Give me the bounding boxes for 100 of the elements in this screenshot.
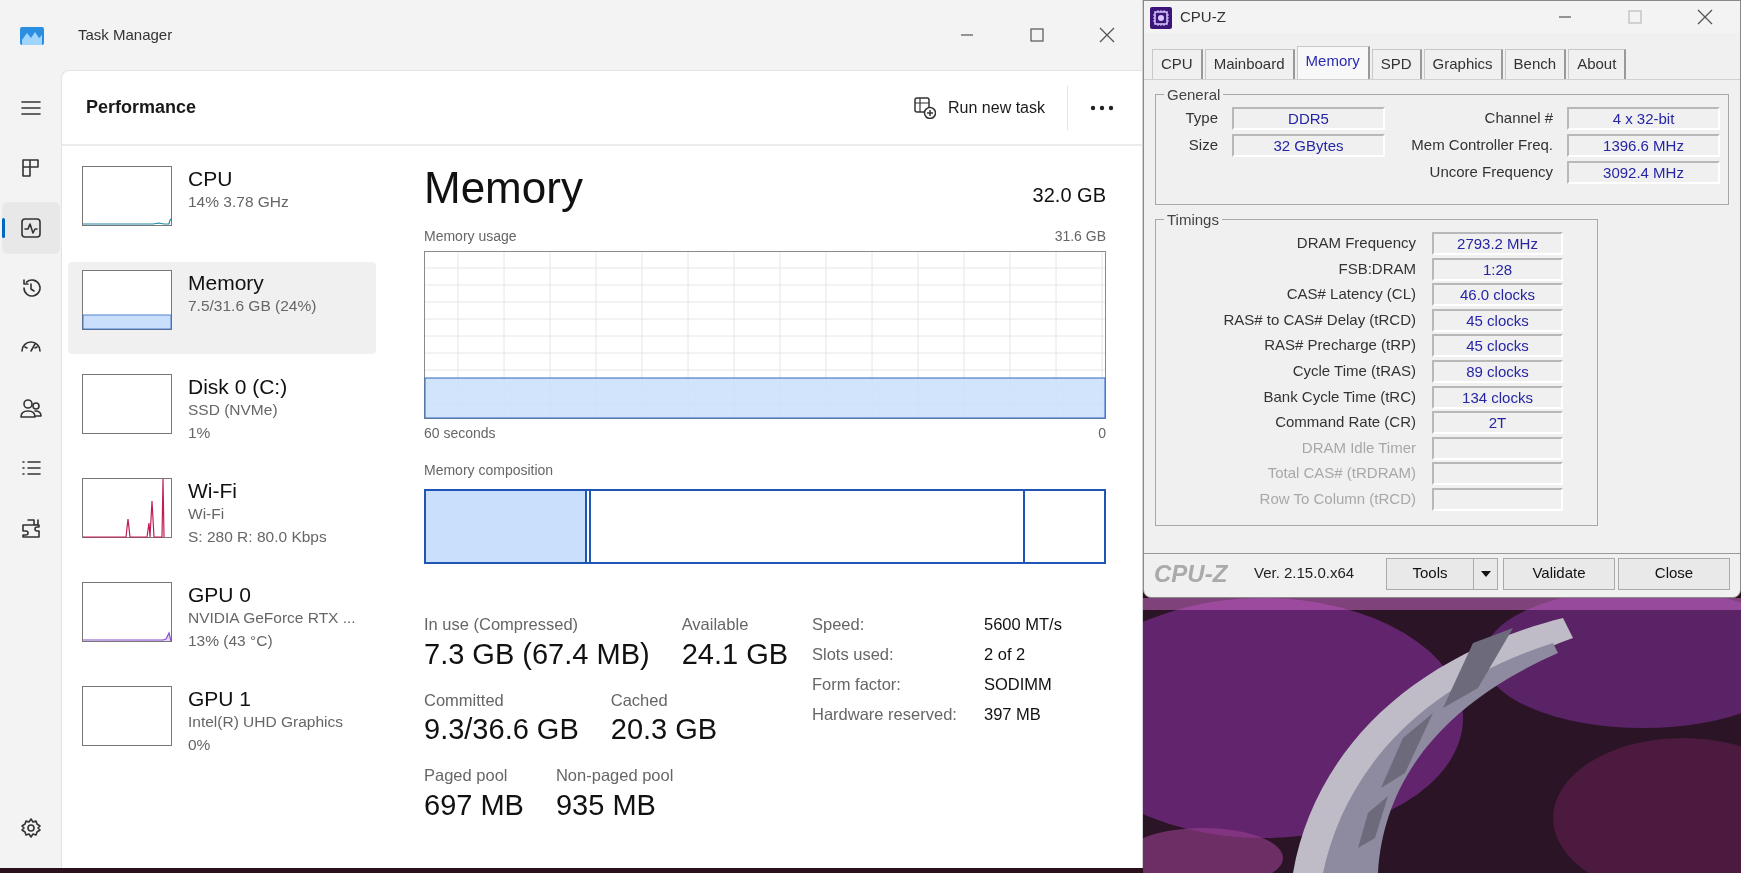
resource-detail: S: 280 R: 80.0 Kbps [188, 526, 327, 547]
value-field: 4 x 32-bit [1567, 107, 1720, 130]
resource-name: GPU 1 [188, 686, 253, 712]
axis-min-label: 0 [1098, 424, 1106, 443]
chip-icon [1150, 6, 1172, 29]
stat-value: 24.1 GB [681, 636, 789, 672]
stat-label: Available [681, 614, 750, 635]
total-memory: 32.0 GB [1032, 183, 1106, 208]
tab[interactable]: CPU [1152, 48, 1203, 79]
value-field: 46.0 clocks [1432, 283, 1563, 307]
stat-label: Non-paged pool [555, 765, 674, 787]
resource-item[interactable]: Memory 7.5/31.6 GB (24%) [68, 262, 376, 354]
resource-item[interactable]: Disk 0 (C:) SSD (NVMe) 1% [68, 366, 376, 458]
timing-label: DRAM Idle Timer [1300, 437, 1416, 458]
resource-item[interactable]: CPU 14% 3.78 GHz [68, 158, 376, 250]
nav-button[interactable] [1, 202, 60, 254]
timing-label: Total CAS# (tRDRAM) [1266, 463, 1416, 484]
tab[interactable]: Mainboard [1204, 48, 1295, 79]
resource-detail: Wi-Fi [188, 504, 226, 525]
timing-label: RAS# Precharge (tRP) [1263, 335, 1416, 356]
resource-item[interactable]: Wi-Fi Wi-Fi S: 280 R: 80.0 Kbps [68, 470, 376, 562]
property-value: SODIMM [984, 674, 1052, 695]
time-span-label: 60 seconds [424, 424, 496, 443]
value-field: 3092.4 MHz [1567, 161, 1720, 184]
resource-detail: 7.5/31.6 GB (24%) [188, 296, 317, 317]
value-field: 32 GBytes [1232, 134, 1385, 157]
value-field: 45 clocks [1432, 334, 1563, 358]
stat-value: 697 MB [424, 787, 524, 823]
property-label: Form factor: [812, 674, 902, 695]
timing-label: Row To Column (tRCD) [1258, 488, 1416, 509]
stat-value: 9.3/36.6 GB [424, 712, 579, 748]
timing-label: FSB:DRAM [1337, 258, 1416, 279]
maximize-icon[interactable] [1030, 28, 1044, 42]
stat-label: Cached [610, 689, 669, 711]
stat-value: 7.3 GB (67.4 MB) [424, 636, 650, 672]
value-field: 2T [1432, 411, 1563, 435]
value-field: DDR5 [1232, 107, 1385, 130]
dialog-button[interactable]: Close [1618, 557, 1730, 590]
resource-detail: 14% 3.78 GHz [188, 192, 289, 213]
settings-icon [19, 817, 42, 839]
window-title: CPU-Z [1180, 6, 1226, 27]
caret-icon [1480, 570, 1491, 577]
value-field: 1:28 [1432, 257, 1563, 281]
resource-detail: 1% [188, 422, 212, 443]
pulse-chart-icon [19, 217, 42, 239]
value-field: 45 clocks [1432, 308, 1563, 332]
value-field: 89 clocks [1432, 359, 1563, 383]
close-icon[interactable] [1099, 27, 1115, 43]
property-value: 397 MB [984, 704, 1041, 725]
app-icon [20, 26, 44, 45]
stat-label: Committed [424, 689, 505, 711]
resource-detail: NVIDIA GeForce RTX ... [188, 608, 356, 629]
property-label: Hardware reserved: [812, 704, 958, 725]
new-task-icon [914, 96, 937, 119]
page-title: Performance [86, 96, 197, 119]
property-value: 5600 MT/s [984, 614, 1062, 635]
resource-name: Memory [188, 270, 265, 296]
resource-detail: 13% (43 °C) [188, 630, 274, 651]
version-label: Ver. 2.15.0.x64 [1254, 563, 1356, 584]
resource-detail: 0% [188, 734, 212, 755]
tab[interactable]: Memory [1296, 45, 1370, 79]
run-new-task-button[interactable]: Run new task [904, 89, 1055, 126]
dialog-button[interactable]: Validate [1503, 557, 1615, 590]
tab[interactable]: Graphics [1423, 48, 1503, 79]
tools-button[interactable]: Tools [1386, 557, 1474, 590]
resource-detail: Intel(R) UHD Graphics [188, 712, 344, 733]
dropdown-button[interactable] [1474, 557, 1498, 590]
close-icon[interactable] [1697, 9, 1713, 25]
tab[interactable]: SPD [1371, 48, 1422, 79]
resource-name: Disk 0 (C:) [188, 374, 288, 400]
users-icon [19, 397, 42, 419]
composition-label: Memory composition [424, 461, 555, 480]
tab[interactable]: About [1568, 48, 1627, 79]
stat-label: In use (Compressed) [424, 614, 580, 635]
more-icon [1090, 104, 1114, 111]
resource-item[interactable]: GPU 1 Intel(R) UHD Graphics 0% [68, 678, 376, 770]
graph-max-label: 31.6 GB [1054, 227, 1106, 246]
timing-label: DRAM Frequency [1295, 233, 1416, 253]
stat-value: 20.3 GB [610, 712, 718, 748]
brand-logo: CPU-Z [1154, 558, 1229, 589]
stat-value: 935 MB [555, 787, 657, 823]
property-label: Speed: [812, 614, 866, 635]
timing-label: RAS# to CAS# Delay (tRCD) [1222, 309, 1416, 330]
value-field: 2793.2 MHz [1432, 232, 1563, 255]
field-label: Mem Controller Freq. [1410, 135, 1553, 155]
resource-name: GPU 0 [188, 582, 253, 608]
field-label: Uncore Frequency [1428, 162, 1553, 182]
window-title: Task Manager [78, 24, 173, 45]
field-label: Size [1187, 135, 1218, 155]
resource-detail: SSD (NVMe) [188, 400, 279, 421]
detail-title: Memory [424, 166, 583, 210]
resource-item[interactable]: GPU 0 NVIDIA GeForce RTX ... 13% (43 °C) [68, 574, 376, 666]
field-label: Type [1184, 108, 1218, 128]
resource-name: Wi-Fi [188, 478, 238, 504]
resource-name: CPU [188, 166, 234, 192]
timing-label: Command Rate (CR) [1274, 412, 1416, 433]
timing-label: CAS# Latency (CL) [1285, 284, 1416, 305]
timing-label: Bank Cycle Time (tRC) [1262, 386, 1416, 407]
value-field: 134 clocks [1432, 385, 1563, 409]
tab[interactable]: Bench [1504, 48, 1567, 79]
